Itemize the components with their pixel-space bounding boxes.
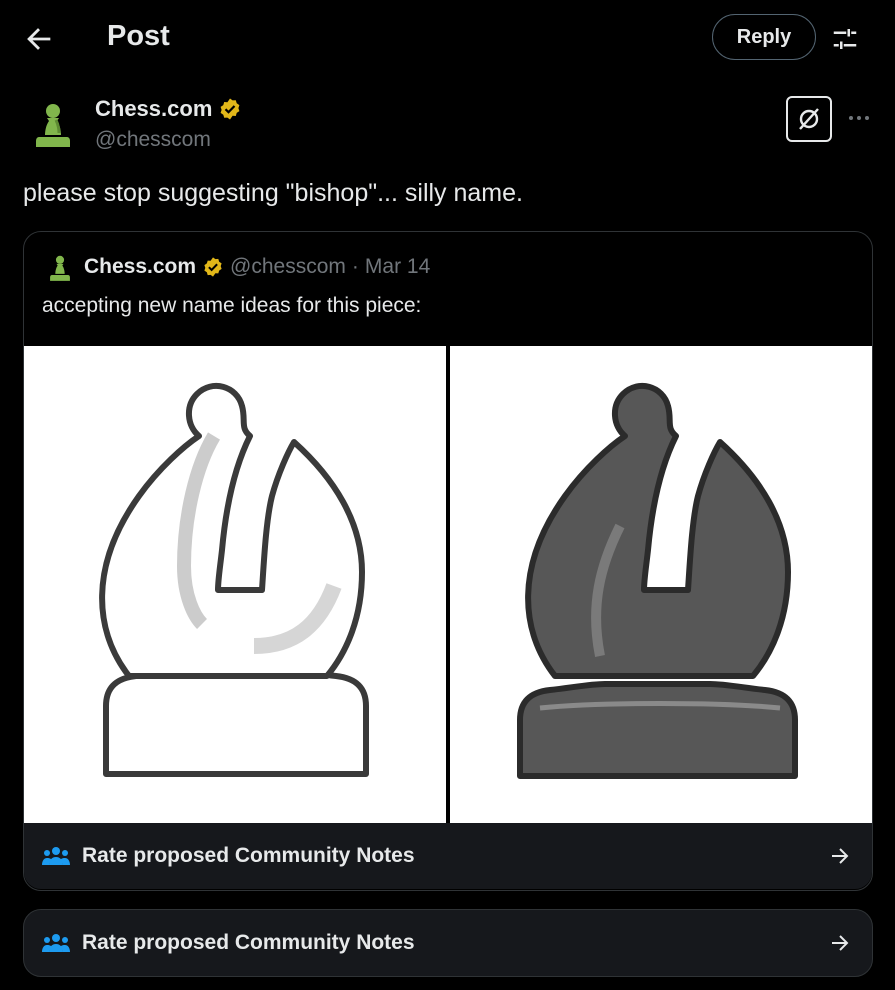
author-row: Chess.com: [95, 96, 242, 122]
grok-button[interactable]: [786, 96, 832, 142]
arrow-right-icon: [832, 848, 849, 864]
arrow-right-icon: [832, 935, 849, 951]
reply-button[interactable]: Reply: [712, 14, 816, 60]
chess-pawn-avatar-small: [50, 255, 70, 281]
page-title: Post: [107, 20, 170, 52]
sliders-icon[interactable]: [830, 24, 860, 54]
community-notes-label: Rate proposed Community Notes: [82, 844, 415, 867]
community-notes-label: Rate proposed Community Notes: [82, 931, 415, 954]
verified-badge-icon: [204, 257, 222, 277]
rate-community-notes-button-quote[interactable]: Rate proposed Community Notes: [24, 823, 872, 889]
black-bishop-image[interactable]: [450, 346, 872, 823]
people-icon: [42, 847, 70, 865]
chess-pawn-avatar[interactable]: [33, 101, 73, 149]
black-bishop-icon: [517, 383, 798, 779]
quoted-post-date: Mar 14: [364, 255, 431, 278]
people-icon: [42, 934, 70, 952]
back-arrow-icon[interactable]: [22, 22, 56, 56]
quoted-post-text: accepting new name ideas for this piece:: [42, 294, 422, 317]
quoted-author-row: Chess.com @chesscom · Mar 14: [84, 255, 430, 279]
quoted-author-name: Chess.com: [84, 255, 197, 278]
verified-badge-icon: [220, 98, 240, 120]
more-dots-icon[interactable]: [846, 108, 872, 128]
white-bishop-icon: [99, 383, 369, 777]
author-name[interactable]: Chess.com: [95, 96, 212, 122]
author-handle[interactable]: @chesscom: [95, 128, 211, 152]
white-bishop-image[interactable]: [24, 346, 446, 823]
grok-icon: [799, 108, 819, 130]
quoted-author-handle: @chesscom: [230, 255, 346, 278]
rate-community-notes-button[interactable]: Rate proposed Community Notes: [23, 909, 873, 977]
post-text: please stop suggesting "bishop"... silly…: [23, 179, 523, 207]
separator-dot: ·: [351, 255, 359, 278]
